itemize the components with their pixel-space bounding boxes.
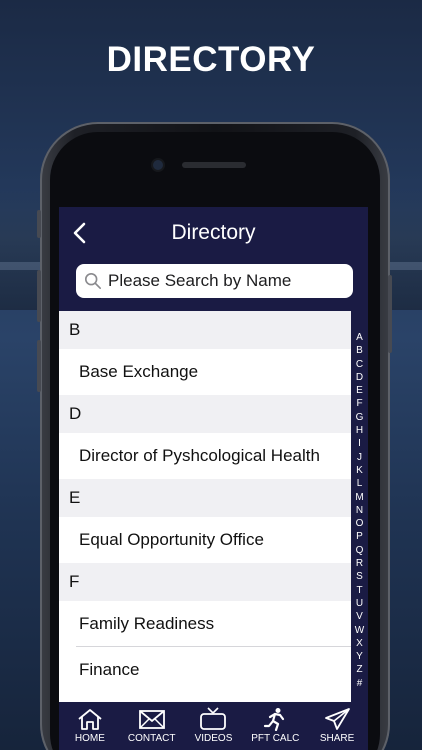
index-letter[interactable]: C xyxy=(356,358,363,371)
index-letter[interactable]: G xyxy=(356,411,364,424)
index-letter[interactable]: S xyxy=(356,570,363,583)
list-item[interactable]: Equal Opportunity Office xyxy=(59,517,351,563)
index-letter[interactable]: I xyxy=(358,437,361,450)
tab-share[interactable]: SHARE xyxy=(306,702,368,750)
directory-list: B Base Exchange D Director of Pyshcologi… xyxy=(59,311,351,693)
section-header-f: F xyxy=(59,563,351,601)
search-bar[interactable] xyxy=(76,264,353,298)
index-letter[interactable]: W xyxy=(355,624,364,637)
index-letter[interactable]: E xyxy=(356,384,363,397)
power-button xyxy=(388,275,392,353)
tab-label: VIDEOS xyxy=(194,733,233,744)
search-icon xyxy=(84,272,102,290)
tv-icon xyxy=(200,707,227,730)
home-icon xyxy=(78,709,102,730)
envelope-icon xyxy=(138,710,165,729)
search-input[interactable] xyxy=(108,271,348,291)
index-letter[interactable]: T xyxy=(356,584,362,597)
index-letter[interactable]: K xyxy=(356,464,363,477)
tab-label: PFT CALC xyxy=(251,733,300,744)
index-letter[interactable]: L xyxy=(357,477,363,490)
index-letter[interactable]: Z xyxy=(356,663,362,676)
page-title: Directory xyxy=(171,221,256,244)
index-letter[interactable]: Q xyxy=(356,544,364,557)
index-letter[interactable]: X xyxy=(356,637,363,650)
list-item[interactable]: Director of Pyshcological Health xyxy=(59,433,351,479)
index-letter[interactable]: P xyxy=(356,530,363,543)
tab-label: CONTACT xyxy=(127,733,176,744)
index-letter[interactable]: N xyxy=(356,504,363,517)
promo-headline: DIRECTORY xyxy=(106,40,316,79)
index-letter[interactable]: U xyxy=(356,597,363,610)
index-letter[interactable]: B xyxy=(356,344,363,357)
runner-icon xyxy=(264,708,285,731)
tab-pft-calc[interactable]: PFT CALC xyxy=(244,702,306,750)
volume-down-button xyxy=(37,340,41,392)
index-letter[interactable]: A xyxy=(356,331,363,344)
index-letter[interactable]: R xyxy=(356,557,363,570)
volume-up-button xyxy=(37,270,41,322)
index-letter[interactable]: O xyxy=(356,517,364,530)
list-item[interactable]: Finance xyxy=(59,647,351,693)
index-letter[interactable]: M xyxy=(355,491,363,504)
tab-label: HOME xyxy=(74,733,105,744)
tab-bar: HOME CONTACT VIDEOS PFT CALC SHARE xyxy=(59,702,368,750)
tab-videos[interactable]: VIDEOS xyxy=(183,702,245,750)
index-letter[interactable]: J xyxy=(357,451,362,464)
tab-contact[interactable]: CONTACT xyxy=(121,702,183,750)
index-letter[interactable]: H xyxy=(356,424,363,437)
app-screen: Directory B Base Exchange D Director of … xyxy=(59,207,368,750)
front-camera xyxy=(153,160,163,170)
index-letter[interactable]: V xyxy=(356,610,363,623)
list-item[interactable]: Base Exchange xyxy=(59,349,351,395)
earpiece-speaker xyxy=(182,162,246,168)
section-header-d: D xyxy=(59,395,351,433)
index-letter[interactable]: Y xyxy=(356,650,363,663)
section-header-e: E xyxy=(59,479,351,517)
mute-switch xyxy=(37,210,41,238)
index-letter[interactable]: D xyxy=(356,371,363,384)
section-header-b: B xyxy=(59,311,351,349)
tab-home[interactable]: HOME xyxy=(59,702,121,750)
tab-label: SHARE xyxy=(319,733,355,744)
navigation-bar: Directory xyxy=(59,207,368,311)
alphabet-index[interactable]: A B C D E F G H I J K L M N O P Q R S T … xyxy=(351,311,368,702)
paper-plane-icon xyxy=(325,708,350,730)
index-letter[interactable]: F xyxy=(356,397,362,410)
index-letter[interactable]: # xyxy=(357,677,363,690)
list-item[interactable]: Family Readiness xyxy=(59,601,351,647)
